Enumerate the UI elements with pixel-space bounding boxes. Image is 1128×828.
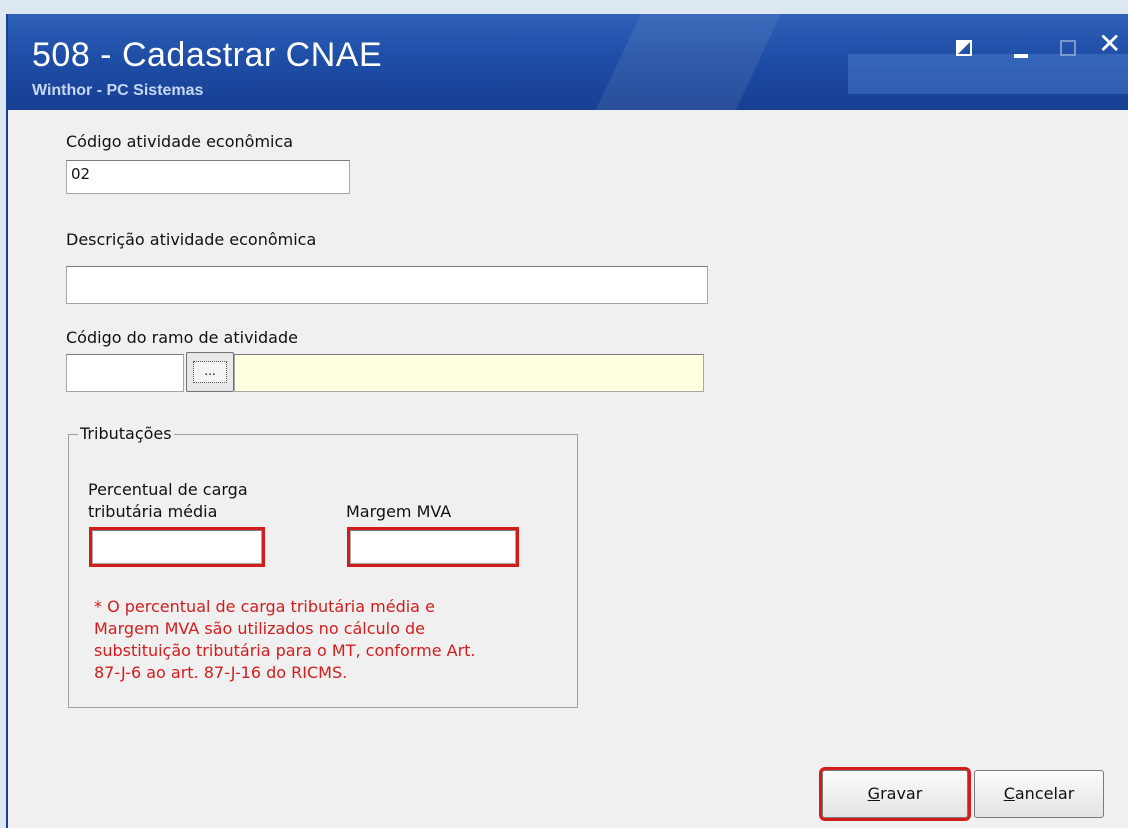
window-title: 508 - Cadastrar CNAE [32, 36, 383, 74]
descricao-atividade-label: Descrição atividade econômica [66, 230, 317, 249]
ramo-atividade-code-input[interactable] [66, 354, 184, 392]
note-line: * O percentual de carga tributária média… [94, 597, 435, 616]
percentual-carga-label-line2: tributária média [88, 502, 218, 521]
minimize-icon[interactable] [1014, 54, 1028, 58]
percentual-carga-input[interactable] [89, 527, 265, 567]
cadastrar-cnae-window: 508 - Cadastrar CNAE Winthor - PC Sistem… [6, 14, 1128, 828]
title-bar-decoration [848, 54, 1128, 94]
codigo-atividade-label: Código atividade econômica [66, 132, 294, 151]
ramo-atividade-label: Código do ramo de atividade [66, 328, 298, 347]
codigo-atividade-input[interactable]: 02 [66, 160, 350, 194]
gravar-label: ravar [880, 784, 923, 803]
tributacoes-note: * O percentual de carga tributária média… [94, 596, 564, 684]
close-icon[interactable]: ✕ [1098, 30, 1121, 58]
ramo-lookup-button[interactable]: ... [186, 352, 234, 392]
maximize-icon[interactable] [1060, 40, 1076, 56]
cancelar-label: ancelar [1014, 784, 1075, 803]
title-bar-decoration [556, 14, 800, 110]
ramo-atividade-description-field [234, 354, 704, 392]
gravar-accesskey: G [867, 784, 881, 803]
restore-icon[interactable] [956, 40, 974, 58]
note-line: 87-J-6 ao art. 87-J-16 do RICMS. [94, 663, 348, 682]
margem-mva-label: Margem MVA [346, 502, 452, 521]
note-line: Margem MVA são utilizados no cálculo de [94, 619, 425, 638]
title-bar[interactable]: 508 - Cadastrar CNAE Winthor - PC Sistem… [8, 14, 1128, 110]
note-line: substituição tributária para o MT, confo… [94, 641, 476, 660]
cancelar-button[interactable]: Cancelar [974, 770, 1104, 818]
descricao-atividade-input[interactable] [66, 266, 708, 304]
ellipsis-icon: ... [193, 361, 227, 383]
percentual-carga-label-line1: Percentual de carga [88, 480, 248, 499]
window-subtitle: Winthor - PC Sistemas [32, 82, 204, 99]
gravar-button[interactable]: Gravar [819, 767, 971, 821]
margem-mva-input[interactable] [347, 527, 519, 567]
cancelar-accesskey: C [1003, 784, 1015, 803]
tributacoes-title: Tributações [78, 424, 174, 443]
